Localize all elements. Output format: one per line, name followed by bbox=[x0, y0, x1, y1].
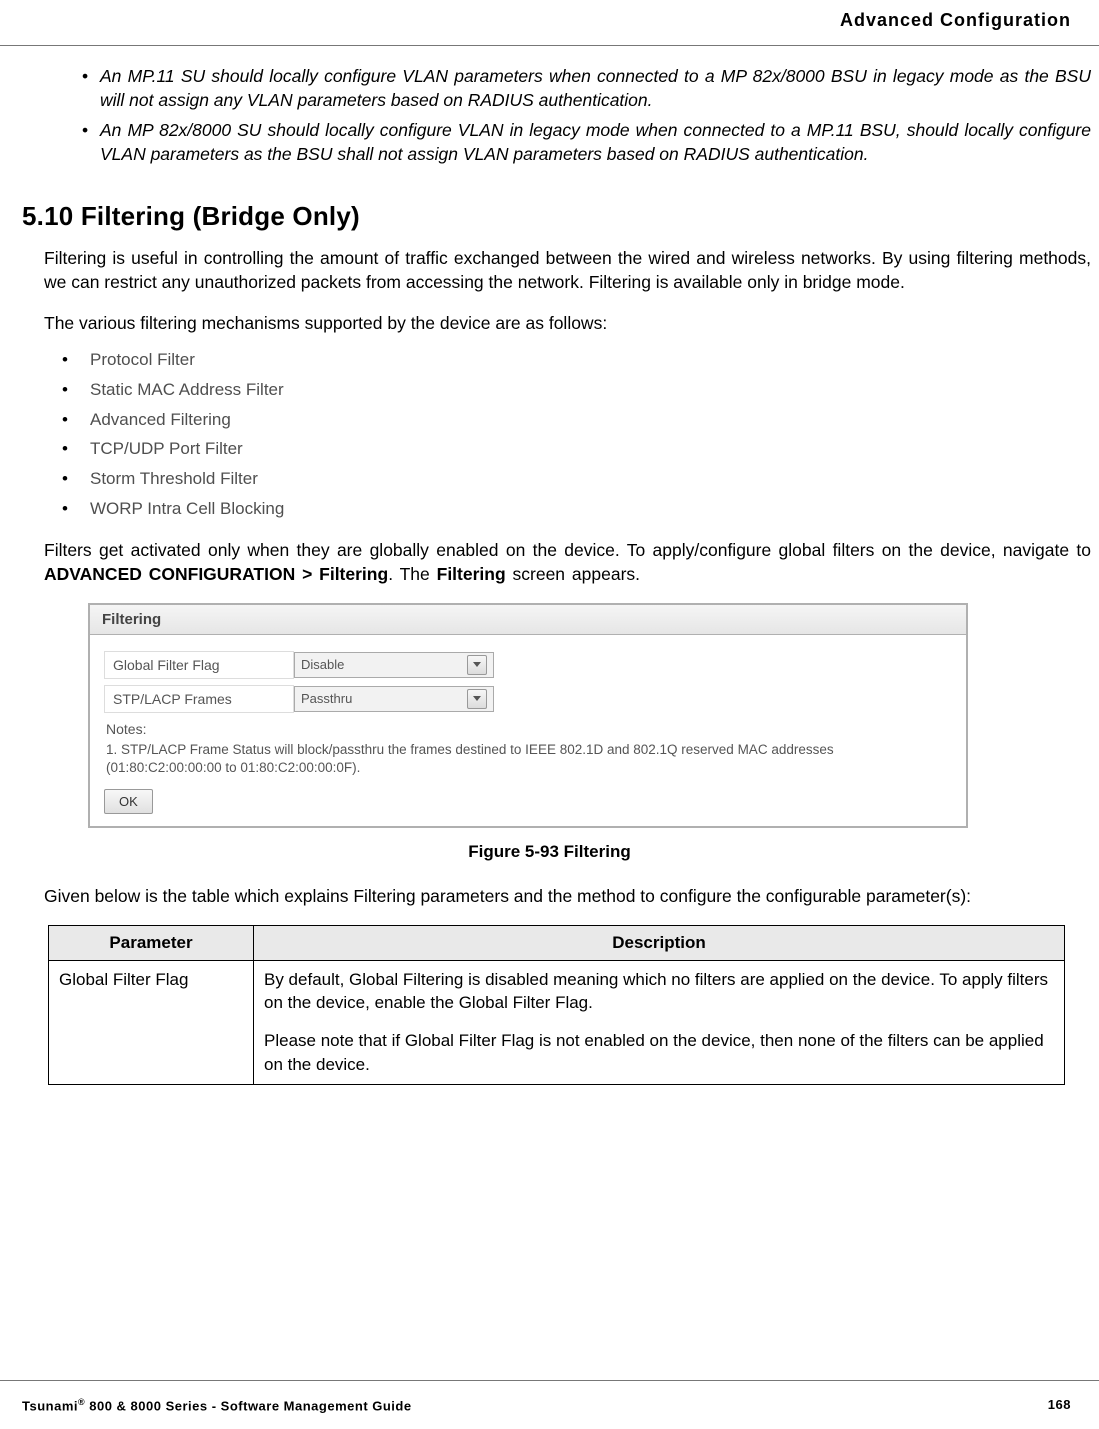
select-value: Passthru bbox=[301, 691, 352, 706]
column-header-parameter: Parameter bbox=[49, 925, 254, 960]
section-paragraph: Filtering is useful in controlling the a… bbox=[44, 246, 1091, 295]
table-row: Global Filter Flag By default, Global Fi… bbox=[49, 960, 1065, 1084]
list-item: Advanced Filtering bbox=[62, 405, 1099, 435]
desc-paragraph: Please note that if Global Filter Flag i… bbox=[264, 1029, 1054, 1077]
list-item: WORP Intra Cell Blocking bbox=[62, 494, 1099, 524]
list-item: TCP/UDP Port Filter bbox=[62, 434, 1099, 464]
global-filter-flag-select[interactable]: Disable bbox=[294, 652, 494, 678]
page-header-title: Advanced Configuration bbox=[0, 10, 1099, 31]
table-intro: Given below is the table which explains … bbox=[44, 884, 1091, 909]
list-item: Static MAC Address Filter bbox=[62, 375, 1099, 405]
list-item: Protocol Filter bbox=[62, 345, 1099, 375]
panel-title: Filtering bbox=[90, 605, 966, 635]
desc-paragraph: By default, Global Filtering is disabled… bbox=[264, 968, 1054, 1016]
page-footer: Tsunami® 800 & 8000 Series - Software Ma… bbox=[22, 1397, 1071, 1413]
panel-notes-label: Notes: bbox=[106, 721, 952, 737]
parameters-table: Parameter Description Global Filter Flag… bbox=[48, 925, 1065, 1085]
section-paragraph: Filters get activated only when they are… bbox=[44, 538, 1091, 587]
breadcrumb-path: ADVANCED CONFIGURATION > Filtering bbox=[44, 564, 388, 584]
stp-lacp-frames-label: STP/LACP Frames bbox=[104, 685, 294, 713]
intro-notes-list: An MP.11 SU should locally configure VLA… bbox=[0, 64, 1099, 167]
text-span: . The bbox=[388, 564, 436, 584]
column-header-description: Description bbox=[254, 925, 1065, 960]
section-heading: 5.10 Filtering (Bridge Only) bbox=[22, 201, 1099, 232]
footer-text: Tsunami bbox=[22, 1398, 78, 1413]
mechanism-list: Protocol Filter Static MAC Address Filte… bbox=[62, 345, 1099, 524]
text-span: screen appears. bbox=[506, 564, 640, 584]
form-row: Global Filter Flag Disable bbox=[104, 651, 952, 679]
panel-note-text: 1. STP/LACP Frame Status will block/pass… bbox=[106, 741, 942, 777]
footer-left: Tsunami® 800 & 8000 Series - Software Ma… bbox=[22, 1397, 412, 1413]
global-filter-flag-label: Global Filter Flag bbox=[104, 651, 294, 679]
figure-caption: Figure 5-93 Filtering bbox=[0, 842, 1099, 862]
text-span: Filters get activated only when they are… bbox=[44, 540, 1091, 560]
filtering-panel: Filtering Global Filter Flag Disable STP… bbox=[88, 603, 968, 828]
page-number: 168 bbox=[1048, 1397, 1071, 1413]
footer-text: 800 & 8000 Series - Software Management … bbox=[85, 1398, 411, 1413]
stp-lacp-frames-select[interactable]: Passthru bbox=[294, 686, 494, 712]
screen-name: Filtering bbox=[437, 564, 506, 584]
list-item: Storm Threshold Filter bbox=[62, 464, 1099, 494]
intro-note: An MP 82x/8000 SU should locally configu… bbox=[100, 118, 1091, 166]
param-desc-cell: By default, Global Filtering is disabled… bbox=[254, 960, 1065, 1084]
intro-note: An MP.11 SU should locally configure VLA… bbox=[100, 64, 1091, 112]
section-paragraph: The various filtering mechanisms support… bbox=[44, 311, 1091, 336]
select-value: Disable bbox=[301, 657, 344, 672]
footer-divider bbox=[0, 1380, 1099, 1381]
table-header-row: Parameter Description bbox=[49, 925, 1065, 960]
form-row: STP/LACP Frames Passthru bbox=[104, 685, 952, 713]
chevron-down-icon bbox=[467, 655, 487, 675]
ok-button[interactable]: OK bbox=[104, 789, 153, 814]
param-name-cell: Global Filter Flag bbox=[49, 960, 254, 1084]
chevron-down-icon bbox=[467, 689, 487, 709]
figure-container: Filtering Global Filter Flag Disable STP… bbox=[88, 603, 968, 828]
